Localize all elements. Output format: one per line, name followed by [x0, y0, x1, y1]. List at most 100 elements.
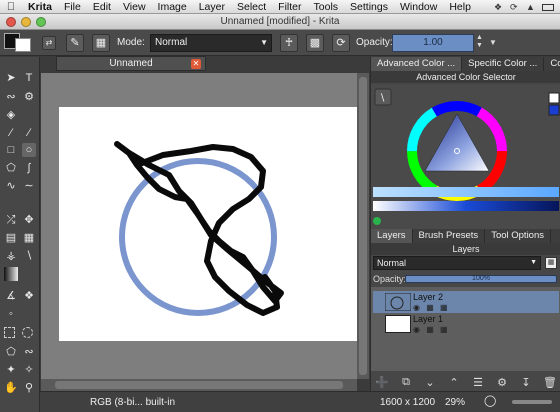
contiguous-select-icon[interactable]: ✦ — [4, 363, 18, 377]
layer-name[interactable]: Layer 2 — [413, 292, 443, 302]
fg-bg-color-selector[interactable] — [4, 33, 40, 53]
rect-select-icon[interactable] — [4, 327, 15, 338]
opacity-stepper-icon[interactable]: ▲ ▼ — [476, 34, 483, 50]
apple-icon[interactable]:  — [0, 1, 22, 13]
tab-brush-presets[interactable]: Brush Presets — [413, 229, 486, 243]
delete-layer-icon[interactable]: 🗑 — [543, 376, 557, 389]
refresh-icon[interactable] — [373, 217, 381, 225]
pan-tool-icon[interactable]: ✋ — [4, 381, 18, 395]
menu-tools[interactable]: Tools — [308, 1, 345, 13]
grid-icon[interactable]: ▦ — [92, 34, 110, 52]
close-icon[interactable]: ✕ — [191, 59, 201, 69]
zoom-tool-icon[interactable]: ⚲ — [22, 381, 36, 395]
layer-lock-icon[interactable]: ▦ — [545, 257, 557, 269]
crop-tool-icon[interactable]: ⤮ — [4, 213, 18, 227]
ellipse-tool-icon[interactable]: ○ — [22, 143, 36, 157]
zoom-slider[interactable] — [512, 400, 552, 404]
menu-edit[interactable]: Edit — [87, 1, 117, 13]
vertical-scrollbar-thumb[interactable] — [359, 77, 367, 375]
layer-properties-icon[interactable]: ☰ — [471, 376, 485, 389]
menu-settings[interactable]: Settings — [344, 1, 394, 13]
menu-filter[interactable]: Filter — [272, 1, 307, 13]
layer-row-1[interactable]: Layer 1 ◉ ▦ ▦ — [373, 313, 559, 335]
similar-select-icon[interactable]: ✧ — [22, 363, 36, 377]
hue-bar[interactable] — [373, 187, 559, 197]
horizontal-scrollbar-thumb[interactable] — [55, 381, 343, 389]
menu-app[interactable]: Krita — [22, 1, 58, 13]
battery-icon[interactable] — [542, 3, 554, 11]
more-options-icon[interactable]: ▼ — [489, 38, 497, 47]
tab-advanced-color[interactable]: Advanced Color ... — [371, 57, 463, 71]
brush-tool-icon[interactable]: ⁄ — [4, 126, 18, 140]
tab-tool-options[interactable]: Tool Options — [485, 229, 551, 243]
gradient-tool-icon[interactable] — [4, 267, 18, 281]
move-tool-icon[interactable]: ✥ — [22, 213, 36, 227]
tab-specific-color[interactable]: Specific Color ... — [462, 57, 545, 71]
line-tool-icon[interactable]: ∕ — [22, 126, 36, 140]
reload-preset-icon[interactable]: ⟳ — [332, 34, 350, 52]
merge-down-icon[interactable]: ↧ — [519, 376, 533, 389]
layer-visibility-icon[interactable]: ◉ ▦ ▦ — [413, 325, 450, 334]
duplicate-layer-icon[interactable]: ⧉ — [399, 376, 413, 389]
add-layer-icon[interactable]: ➕ — [375, 376, 389, 389]
polyline-tool-icon[interactable]: ∫ — [22, 161, 36, 175]
tab-layers[interactable]: Layers — [371, 229, 413, 243]
assistant-tool-icon[interactable]: ❖ — [22, 289, 36, 303]
menu-help[interactable]: Help — [443, 1, 477, 13]
menu-view[interactable]: View — [117, 1, 152, 13]
layer-opacity-slider[interactable]: 100% — [405, 275, 557, 283]
layer-row-2[interactable]: Layer 2 ◉ ▦ ▦ — [373, 291, 559, 313]
ellipse-select-icon[interactable] — [22, 327, 33, 338]
color-picker-icon[interactable]: ∖ — [22, 249, 36, 263]
zoom-slider-knob-icon[interactable]: ◯ — [484, 394, 496, 407]
opacity-slider[interactable]: 1.00 — [392, 34, 474, 52]
swap-colors-icon[interactable]: ⇄ — [42, 36, 56, 50]
edit-shapes-icon[interactable]: ⚙ — [22, 90, 36, 104]
grid-tool-icon[interactable]: ▦ — [22, 231, 36, 245]
move-up-icon[interactable]: ⌃ — [447, 376, 461, 389]
color-selector[interactable]: ∖ — [371, 85, 560, 235]
canvas-view[interactable] — [41, 73, 357, 379]
vertical-scrollbar[interactable] — [357, 73, 369, 379]
bezier-tool-icon[interactable]: ∿ — [4, 179, 18, 193]
preserve-alpha-icon[interactable]: ▩ — [306, 34, 324, 52]
calligraphy-icon[interactable]: ∾ — [4, 90, 18, 104]
wifi-icon[interactable]: ▲ — [526, 2, 536, 12]
text-tool-icon[interactable]: T — [22, 71, 36, 85]
freehand-path-icon[interactable]: ∼ — [22, 179, 36, 193]
canvas-page[interactable] — [59, 107, 357, 341]
document-tab[interactable]: Unnamed ✕ — [56, 56, 206, 71]
rectangle-tool-icon[interactable]: □ — [4, 143, 18, 157]
recent-color-blue[interactable] — [548, 104, 560, 116]
menu-select[interactable]: Select — [231, 1, 272, 13]
blend-mode-select[interactable]: Normal ▼ — [373, 256, 541, 270]
perspective-grid-icon[interactable]: ◦ — [4, 307, 18, 321]
horizontal-scrollbar[interactable] — [41, 379, 357, 391]
freehand-select-icon[interactable]: ∾ — [22, 345, 36, 359]
close-window-button[interactable] — [6, 17, 16, 27]
mode-select[interactable]: Normal ▼ — [150, 34, 272, 52]
layer-settings-icon[interactable]: ⚙ — [495, 376, 509, 389]
canvas-area[interactable] — [41, 73, 357, 379]
menu-image[interactable]: Image — [152, 1, 193, 13]
layer-name[interactable]: Layer 1 — [413, 314, 443, 324]
layer-visibility-icon[interactable]: ◉ ▦ ▦ — [413, 303, 450, 312]
eraser-mode-icon[interactable]: ♰ — [280, 34, 298, 52]
minimize-window-button[interactable] — [21, 17, 31, 27]
tab-color[interactable]: Colo... — [544, 57, 560, 71]
menu-window[interactable]: Window — [394, 1, 443, 13]
recent-color-white[interactable] — [548, 92, 560, 104]
measure-tool-icon[interactable]: ∡ — [4, 289, 18, 303]
move-down-icon[interactable]: ⌄ — [423, 376, 437, 389]
brush-preset-icon[interactable]: ✎ — [66, 34, 84, 52]
dropbox-icon[interactable]: ❖ — [494, 2, 504, 12]
polygon-tool-icon[interactable]: ⬠ — [4, 161, 18, 175]
menu-layer[interactable]: Layer — [193, 1, 231, 13]
sync-icon[interactable]: ⟳ — [510, 2, 520, 12]
fill-tool-icon[interactable]: ⚶ — [4, 249, 18, 263]
zoom-window-button[interactable] — [36, 17, 46, 27]
select-shapes-icon[interactable]: ➤ — [4, 71, 18, 85]
value-bar[interactable] — [373, 201, 559, 211]
multibrush-icon[interactable]: ◈ — [4, 108, 18, 122]
transform-tool-icon[interactable]: ▤ — [4, 231, 18, 245]
